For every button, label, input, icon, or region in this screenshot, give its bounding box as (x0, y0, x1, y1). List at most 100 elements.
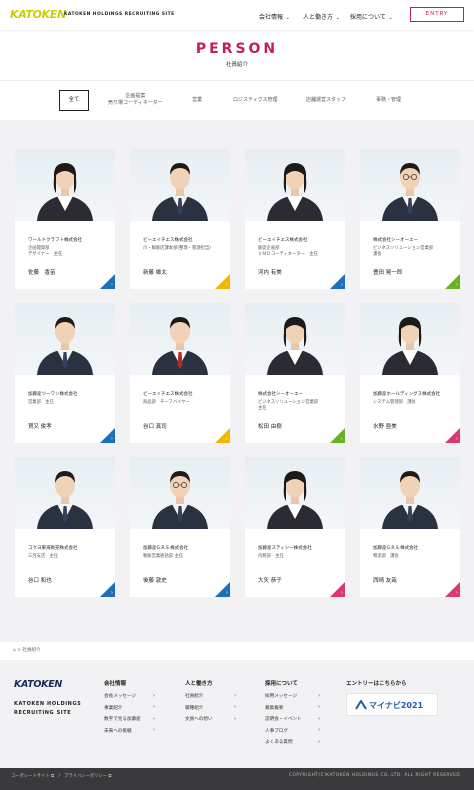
footer-logo[interactable]: KATOKEN (14, 679, 62, 690)
chevron-right-icon: › (234, 692, 236, 699)
person-name: 豊田 晃一郎 (373, 270, 403, 276)
person-card[interactable]: 加藤産G.R.S.株式会社 製販営業統括部 主任 後藤 敦史 › (130, 457, 230, 597)
tab-logistics[interactable]: ロジスティクス管理 (233, 97, 278, 104)
chevron-right-icon: › (153, 727, 155, 733)
chevron-down-icon: ⌄ (386, 15, 393, 21)
person-card[interactable]: 株式会社シーオーエー ビジネスソリューション営業部 主任 松田 由樹 › (245, 303, 345, 443)
person-photo (360, 303, 460, 375)
person-department: ビジネスソリューション営業部 主任 (258, 400, 319, 411)
footer-bottom-bar: コーポレートサイト ⧉ / プライバシーポリシー ⧉ COPYRIGHT(C)K… (0, 768, 474, 790)
tab-sales[interactable]: 営業 (192, 97, 202, 104)
arrow-right-icon: › (341, 282, 343, 288)
footer-link[interactable]: 事業紹介 (104, 705, 122, 711)
arrow-right-icon: › (341, 436, 343, 442)
home-icon[interactable]: ⌂ (13, 648, 16, 653)
person-photo (360, 149, 460, 221)
person-name: 賀又 俊孝 (28, 424, 52, 430)
tab-planning-coordinator[interactable]: 企画提案 売り場コーディネーター (108, 93, 163, 107)
arrow-right-icon: › (456, 282, 458, 288)
chevron-down-icon: ⌄ (334, 15, 340, 21)
footer-link[interactable]: 数字で見る加藤産 (104, 716, 141, 722)
chevron-right-icon: › (153, 692, 155, 699)
footer-link[interactable]: 職種紹介 (185, 705, 203, 711)
person-department: 製販営業統括部 主任 (143, 554, 184, 559)
person-photo (245, 149, 345, 221)
person-card[interactable]: ビーエイチエス株式会社 商品部 チーフバイヤー 谷口 真司 › (130, 303, 230, 443)
person-department: 営業部 主任 (28, 400, 54, 405)
nav-company-info[interactable]: 会社情報 ⌄ (259, 12, 290, 21)
person-photo-figure (152, 471, 208, 529)
person-card[interactable]: 加藤産ホールディングス株式会社 システム管理部 課長 水野 亜美 › (360, 303, 460, 443)
mynavi-banner[interactable]: マイナビ2021 (346, 693, 438, 716)
person-photo (15, 149, 115, 221)
chevron-right-icon: › (318, 715, 320, 722)
site-header: KATOKEN KATOKEN HOLDINGS RECRUITING SITE… (0, 0, 474, 30)
person-photo-figure (152, 317, 208, 375)
footer-link[interactable]: 募集概要 (265, 705, 283, 711)
person-card[interactable]: 加藤産スティシー株式会社 内務部 主任 大矢 恭子 › (245, 457, 345, 597)
person-photo-figure (37, 163, 93, 221)
person-card[interactable]: 加藤産ツーワン株式会社 営業部 主任 賀又 俊孝 › (15, 303, 115, 443)
person-card[interactable]: 株式会社シーオーエー ビジネスソリューション営業部 課長 豊田 晃一郎 › (360, 149, 460, 289)
person-card[interactable]: ビーエイチエス株式会社 販促企画部 ＶＭＤコーディネーター 主任 河内 有美 › (245, 149, 345, 289)
tab-store-staff[interactable]: 店舗運営スタッフ (306, 97, 346, 104)
person-photo-figure (37, 317, 93, 375)
footer-link[interactable]: 人事ブログ (265, 728, 288, 734)
person-company: ビーエイチエス株式会社 (143, 392, 193, 397)
person-card[interactable]: コクヨ東海販売株式会社 三河支店 主任 谷口 和也 › (15, 457, 115, 597)
person-photo-figure (267, 163, 323, 221)
person-company: 株式会社シーオーエー (258, 392, 303, 397)
person-company: コクヨ東海販売株式会社 (28, 546, 78, 551)
person-card[interactable]: ワールドクラフト株式会社 企画開発部 デザイナー 主任 佐藤 香苗 › (15, 149, 115, 289)
katoken-logo[interactable]: KATOKEN (10, 8, 66, 21)
footer-link[interactable]: 採用メッセージ (265, 693, 297, 699)
footer-link[interactable]: 会長メッセージ (104, 693, 136, 699)
nav-recruiting[interactable]: 採用について ⌄ (350, 12, 393, 21)
nav-people-workstyle[interactable]: 人と働き方 ⌄ (303, 12, 340, 21)
tab-admin[interactable]: 事務・管理 (376, 97, 401, 104)
person-company: 加藤産G.R.S.株式会社 (373, 546, 419, 551)
chevron-down-icon: ⌄ (284, 15, 290, 21)
person-company: 加藤産スティシー株式会社 (258, 546, 312, 551)
nav-company-info-label: 会社情報 (259, 14, 284, 21)
chevron-right-icon: › (153, 715, 155, 722)
tab-all[interactable]: 全て (59, 90, 89, 111)
chevron-right-icon: › (318, 692, 320, 699)
person-company: 株式会社シーオーエー (373, 238, 418, 243)
chevron-right-icon: › (318, 738, 320, 745)
footer-head-people: 人と働き方 (185, 681, 213, 687)
footer-link[interactable]: よくある質問 (265, 739, 293, 745)
person-photo-figure (382, 317, 438, 375)
person-photo-figure (152, 163, 208, 221)
arrow-right-icon: › (341, 590, 343, 596)
person-department: システム管理部 課長 (373, 400, 416, 405)
chevron-right-icon: › (153, 704, 155, 710)
person-name: 水野 亜美 (373, 424, 397, 430)
footer-link[interactable]: 社員紹介 (185, 693, 203, 699)
person-card[interactable]: 加藤産G.R.S.株式会社 物流部 課長 西崎 友哉 › (360, 457, 460, 597)
person-department: 内務部 主任 (258, 554, 284, 559)
entry-button[interactable]: ENTRY (410, 7, 464, 22)
breadcrumb: ⌂ > 社員紹介 (13, 647, 41, 653)
person-photo-figure (267, 317, 323, 375)
person-photo-figure (37, 471, 93, 529)
footer-link[interactable]: 文員への想い (185, 716, 213, 722)
person-photo (130, 149, 230, 221)
person-department: 物流部 課長 (373, 554, 399, 559)
person-photo (15, 457, 115, 529)
arrow-right-icon: › (456, 590, 458, 596)
footer-link[interactable]: 未来への挑戦 (104, 728, 132, 734)
footer-bottom-links[interactable]: コーポレートサイト ⧉ / プライバシーポリシー ⧉ (11, 773, 111, 779)
chevron-right-icon: › (318, 704, 320, 710)
person-photo (130, 457, 230, 529)
arrow-right-icon: › (111, 282, 113, 288)
person-company: ワールドクラフト株式会社 (28, 238, 82, 243)
arrow-right-icon: › (456, 436, 458, 442)
nav-people-workstyle-label: 人と働き方 (303, 14, 334, 21)
footer-link[interactable]: 説明会・イベント (265, 716, 302, 722)
person-photo (15, 303, 115, 375)
person-photo (360, 457, 460, 529)
person-department: 企画開発部 デザイナー 主任 (28, 246, 63, 257)
footer-head-entry: エントリーはこちらから (346, 681, 407, 687)
person-card[interactable]: ビーエイチエス株式会社 爪・脚販店課本部(整理・管理担当) 新藤 雄太 › (130, 149, 230, 289)
